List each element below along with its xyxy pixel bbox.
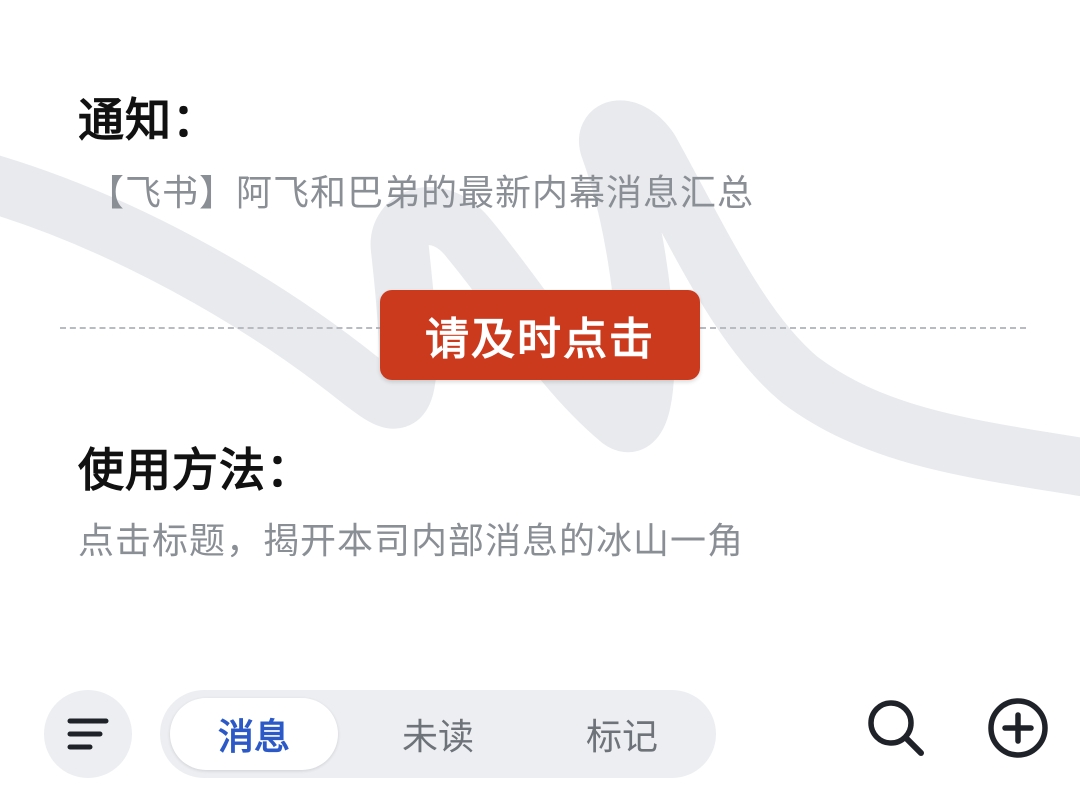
- dashed-divider-right: [700, 327, 1026, 329]
- click-now-button[interactable]: 请及时点击: [380, 290, 700, 380]
- menu-icon: [67, 718, 109, 750]
- plus-circle-icon: [988, 698, 1048, 758]
- notice-text: 【飞书】阿飞和巴弟的最新内幕消息汇总: [88, 173, 755, 214]
- notice-heading: 通知：: [78, 93, 219, 147]
- tab-messages[interactable]: 消息: [170, 698, 338, 770]
- message-filter-tabs: 消息 未读 标记: [160, 690, 716, 778]
- usage-text: 点击标题，揭开本司内部消息的冰山一角: [78, 521, 745, 562]
- search-button[interactable]: [862, 694, 930, 762]
- tab-unread[interactable]: 未读: [354, 698, 522, 770]
- add-button[interactable]: [984, 694, 1052, 762]
- search-icon: [868, 700, 924, 756]
- tab-marked[interactable]: 标记: [538, 698, 706, 770]
- menu-button[interactable]: [44, 690, 132, 778]
- dashed-divider-left: [60, 327, 382, 329]
- usage-heading: 使用方法：: [78, 443, 313, 497]
- page: 通知： 【飞书】阿飞和巴弟的最新内幕消息汇总 请及时点击 使用方法： 点击标题，…: [0, 0, 1080, 806]
